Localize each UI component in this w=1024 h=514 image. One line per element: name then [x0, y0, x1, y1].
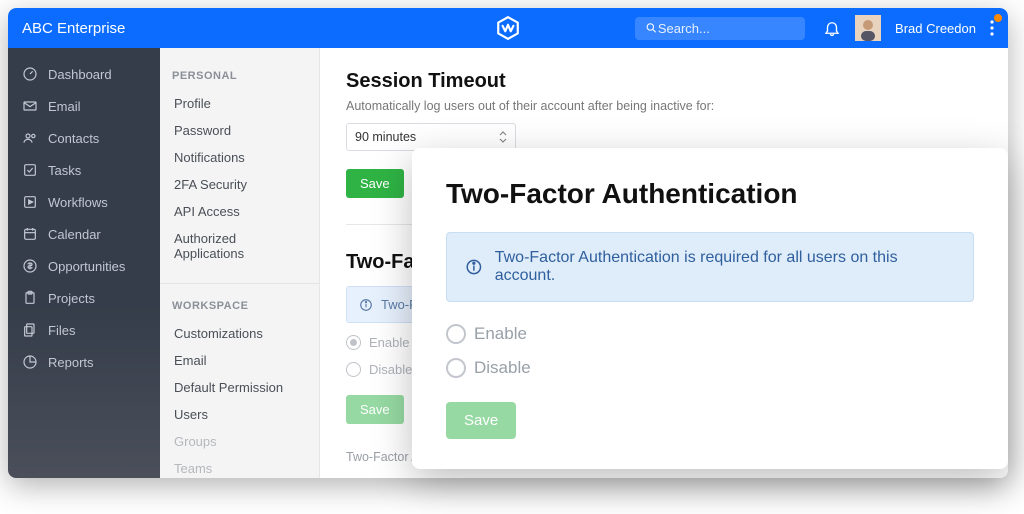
username[interactable]: Brad Creedon [895, 21, 976, 36]
subnav-workspace-header: WORKSPACE [172, 300, 307, 312]
nav-item-label: Email [48, 99, 81, 114]
session-timeout-title: Session Timeout [346, 70, 982, 93]
nav-item-opportunities[interactable]: Opportunities [8, 250, 160, 282]
info-icon [465, 258, 483, 276]
nav-item-label: Reports [48, 355, 94, 370]
popup-title: Two-Factor Authentication [446, 178, 974, 210]
subnav-item-groups[interactable]: Groups [172, 428, 307, 455]
nav-item-email[interactable]: Email [8, 90, 160, 122]
nav-item-reports[interactable]: Reports [8, 346, 160, 378]
subnav-item-api[interactable]: API Access [172, 198, 307, 225]
radio-label: Enable [474, 324, 527, 344]
radio-label: Disable [474, 358, 531, 378]
subnav-item-customizations[interactable]: Customizations [172, 320, 307, 347]
radio-enable[interactable]: Enable [446, 324, 974, 344]
divider [160, 283, 319, 284]
save-button-disabled: Save [346, 395, 404, 424]
play-square-icon [22, 194, 38, 210]
check-square-icon [22, 162, 38, 178]
nav-left: Dashboard Email Contacts Tasks Workflows… [8, 48, 160, 478]
bell-icon[interactable] [823, 19, 841, 37]
save-button[interactable]: Save [346, 169, 404, 198]
nav-item-workflows[interactable]: Workflows [8, 186, 160, 218]
session-timeout-sub: Automatically log users out of their acc… [346, 99, 982, 113]
subnav-item-email[interactable]: Email [172, 347, 307, 374]
radio-label: Enable [369, 335, 409, 350]
subnav-item-teams[interactable]: Teams [172, 455, 307, 478]
subnav-personal-header: PERSONAL [172, 70, 307, 82]
search-icon [645, 21, 658, 35]
select-caret-icon [499, 131, 507, 143]
session-timeout-select[interactable]: 90 minutes [346, 123, 516, 151]
info-icon [359, 298, 373, 312]
app-logo [495, 15, 521, 41]
nav-item-label: Dashboard [48, 67, 112, 82]
callout-text: Two-Factor Authentication is required fo… [495, 249, 955, 285]
nav-item-projects[interactable]: Projects [8, 282, 160, 314]
subnav-item-auth-apps[interactable]: Authorized Applications [172, 225, 307, 267]
subnav-item-default-permission[interactable]: Default Permission [172, 374, 307, 401]
subnav-item-profile[interactable]: Profile [172, 90, 307, 117]
more-icon[interactable] [990, 20, 994, 36]
files-icon [22, 322, 38, 338]
radio-label: Disable [369, 362, 412, 377]
radio-disable[interactable]: Disable [446, 358, 974, 378]
company-name: ABC Enterprise [22, 20, 125, 37]
nav-item-label: Opportunities [48, 259, 125, 274]
clipboard-icon [22, 290, 38, 306]
subnav-item-2fa[interactable]: 2FA Security [172, 171, 307, 198]
nav-item-label: Workflows [48, 195, 108, 210]
subnav-item-notifications[interactable]: Notifications [172, 144, 307, 171]
nav-item-label: Contacts [48, 131, 99, 146]
gauge-icon [22, 66, 38, 82]
nav-item-label: Projects [48, 291, 95, 306]
calendar-icon [22, 226, 38, 242]
radio-icon [346, 335, 361, 350]
subnav-item-users[interactable]: Users [172, 401, 307, 428]
mail-icon [22, 98, 38, 114]
search-input[interactable] [658, 21, 795, 36]
nav-item-files[interactable]: Files [8, 314, 160, 346]
dollar-circle-icon [22, 258, 38, 274]
subnav: PERSONAL Profile Password Notifications … [160, 48, 320, 478]
select-value: 90 minutes [355, 130, 416, 144]
nav-item-tasks[interactable]: Tasks [8, 154, 160, 186]
tfa-popup: Two-Factor Authentication Two-Factor Aut… [412, 148, 1008, 469]
popup-save-button[interactable]: Save [446, 402, 516, 439]
nav-item-contacts[interactable]: Contacts [8, 122, 160, 154]
radio-icon [346, 362, 361, 377]
radio-icon [446, 324, 466, 344]
notification-dot-icon [994, 14, 1002, 22]
nav-item-label: Tasks [48, 163, 81, 178]
users-icon [22, 130, 38, 146]
subnav-item-password[interactable]: Password [172, 117, 307, 144]
radio-icon [446, 358, 466, 378]
nav-item-dashboard[interactable]: Dashboard [8, 58, 160, 90]
popup-callout: Two-Factor Authentication is required fo… [446, 232, 974, 302]
nav-item-label: Files [48, 323, 75, 338]
avatar[interactable] [855, 15, 881, 41]
nav-item-calendar[interactable]: Calendar [8, 218, 160, 250]
pie-chart-icon [22, 354, 38, 370]
topbar: ABC Enterprise Brad Creedon [8, 8, 1008, 48]
nav-item-label: Calendar [48, 227, 101, 242]
search-box[interactable] [635, 17, 805, 40]
